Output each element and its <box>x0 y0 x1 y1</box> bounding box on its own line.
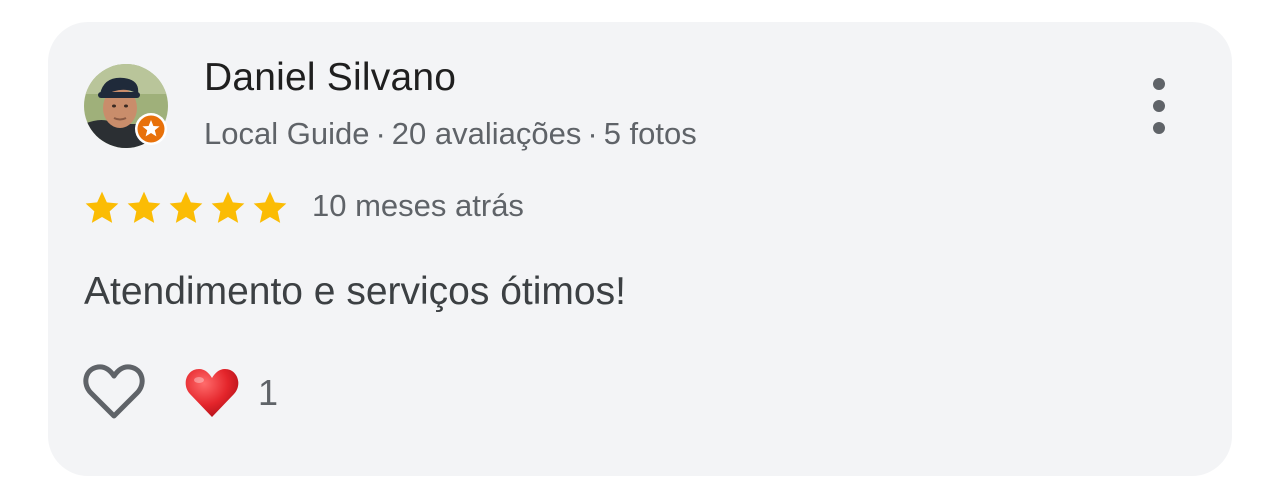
star-icon <box>211 191 245 223</box>
star-rating <box>82 188 292 228</box>
red-heart-emoji-icon <box>185 369 239 417</box>
more-vert-icon-dot <box>1153 100 1165 112</box>
author-name[interactable]: Daniel Silvano <box>204 56 456 100</box>
review-time: 10 meses atrás <box>312 188 524 223</box>
author-meta: Local Guide · 20 avaliações · 5 fotos <box>204 116 697 152</box>
meta-separator: · <box>375 116 386 151</box>
reaction-count: 1 <box>258 372 279 413</box>
star-icon <box>85 191 119 223</box>
review-count: 20 avaliações <box>391 116 582 151</box>
star-icon <box>169 191 203 223</box>
more-vert-icon <box>1153 78 1165 90</box>
star-icon <box>127 191 161 223</box>
more-options-button[interactable] <box>1144 78 1174 134</box>
heart-outline-icon <box>83 364 145 419</box>
reaction-summary[interactable]: 1 <box>184 366 278 420</box>
review-text: Atendimento e serviços ótimos! <box>84 270 626 313</box>
author-role: Local Guide <box>204 116 370 151</box>
photo-count: 5 fotos <box>603 116 697 151</box>
local-guide-badge-icon <box>135 113 167 145</box>
meta-separator: · <box>587 116 598 151</box>
like-button[interactable] <box>82 362 146 422</box>
more-vert-icon-dot <box>1153 122 1165 134</box>
star-icon <box>253 191 287 223</box>
review-card: Daniel Silvano Local Guide · 20 avaliações… <box>48 22 1232 476</box>
